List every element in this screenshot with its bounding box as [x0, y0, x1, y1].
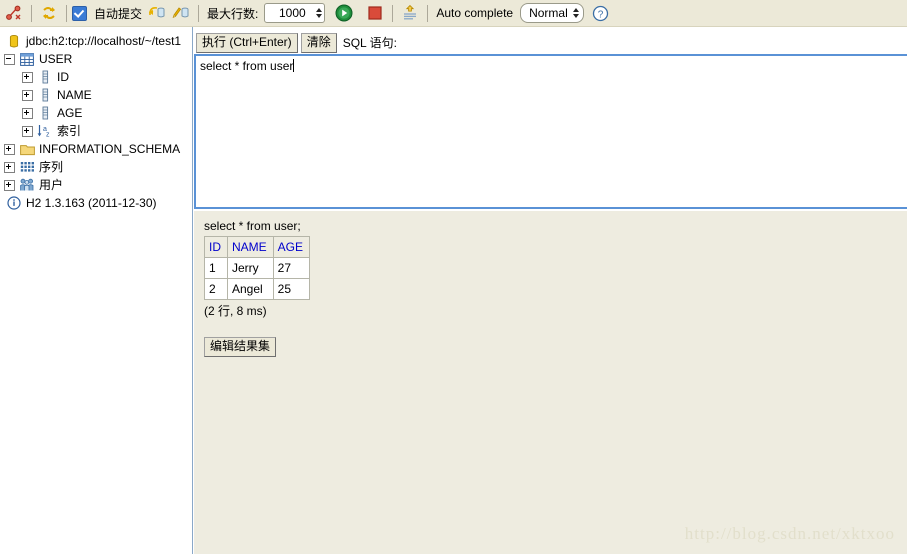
tree-item-id[interactable]: ID	[0, 68, 192, 86]
table-header-row: ID NAME AGE	[204, 236, 311, 258]
sequence-icon	[19, 159, 35, 175]
toolbar-separator-2	[66, 4, 67, 22]
database-icon	[6, 33, 22, 49]
svg-text:?: ?	[598, 9, 604, 20]
folder-icon	[19, 141, 35, 157]
table-cell[interactable]: 27	[272, 257, 311, 279]
tree-item-name[interactable]: NAME	[0, 86, 192, 104]
object-tree-panel[interactable]: jdbc:h2:tcp://localhost/~/test1 USER ID NA…	[0, 27, 193, 554]
table-cell[interactable]: Jerry	[227, 257, 274, 279]
expand-plus-icon[interactable]	[4, 161, 15, 173]
text-caret	[293, 59, 295, 72]
table-cell[interactable]: Angel	[227, 278, 274, 300]
auto-commit-checkbox[interactable]: 自动提交	[72, 1, 145, 25]
table-icon	[19, 51, 35, 67]
help-icon[interactable]: ?	[590, 2, 612, 24]
column-header[interactable]: ID	[204, 236, 228, 258]
column-icon	[37, 69, 53, 85]
tree-item-information_schema[interactable]: INFORMATION_SCHEMA	[0, 140, 192, 158]
h2-console-window: 自动提交 最大行数: 1000 Auto complete Normal ? j…	[0, 0, 907, 554]
tree-item-user[interactable]: USER	[0, 50, 192, 68]
info-icon	[6, 195, 22, 211]
tree-item-label: INFORMATION_SCHEMA	[39, 142, 181, 156]
tree-item-label: NAME	[57, 88, 92, 102]
auto-complete-value: Normal	[529, 6, 568, 20]
table-cell[interactable]: 25	[272, 278, 311, 300]
disconnect-icon[interactable]	[3, 2, 25, 24]
tree-item-list[interactable]: USER ID NAME AGE a z 索引 INFORMATION_SCHEMA 序列用户	[0, 50, 192, 194]
stepper-arrows-icon[interactable]	[316, 8, 323, 18]
table-row[interactable]: 1 Jerry 27	[204, 257, 311, 279]
h2-version-label: H2 1.3.163 (2011-12-30)	[26, 196, 157, 210]
toolbar-separator-5	[427, 4, 429, 22]
result-status: (2 行, 8 ms)	[204, 304, 267, 318]
auto-complete-label: Auto complete	[436, 6, 514, 20]
tree-item-label: 索引	[57, 124, 82, 138]
tree-item--[interactable]: 用户	[0, 176, 192, 194]
commit-icon[interactable]	[170, 2, 192, 24]
column-icon	[37, 105, 53, 121]
results-panel: select * from user; ID NAME AGE 1 Jerry 27 2 A…	[194, 211, 907, 554]
executed-query-echo: select * from user;	[204, 219, 301, 233]
expand-plus-icon[interactable]	[22, 125, 33, 137]
main-toolbar: 自动提交 最大行数: 1000 Auto complete Normal ?	[0, 0, 907, 27]
toolbar-separator-4	[392, 4, 394, 22]
tree-item-label: 用户	[39, 178, 64, 192]
toolbar-separator-3	[198, 4, 200, 22]
sql-statement-label: SQL 语句:	[342, 36, 397, 50]
expand-plus-icon[interactable]	[4, 179, 15, 191]
tree-item-connection[interactable]: jdbc:h2:tcp://localhost/~/test1	[0, 32, 192, 50]
column-icon	[37, 87, 53, 103]
users-icon	[19, 177, 35, 193]
auto-commit-label: 自动提交	[94, 6, 143, 21]
run-play-icon[interactable]	[333, 2, 355, 24]
expand-plus-icon[interactable]	[22, 107, 33, 119]
tree-item-label: 序列	[39, 160, 64, 174]
edit-result-set-wrap: 编辑结果集	[204, 337, 897, 357]
run-button[interactable]: 执行 (Ctrl+Enter)	[196, 32, 298, 53]
tree-item--[interactable]: a z 索引	[0, 122, 192, 140]
chevron-updown-icon[interactable]	[572, 8, 579, 18]
expand-plus-icon[interactable]	[22, 71, 33, 83]
auto-commit-checkbox-box[interactable]	[72, 5, 87, 21]
max-rows-label: 最大行数:	[207, 6, 259, 21]
tree-item-age[interactable]: AGE	[0, 104, 192, 122]
rollback-icon[interactable]	[146, 2, 168, 24]
tree-item-label: AGE	[57, 106, 83, 120]
tree-item-label: ID	[57, 70, 69, 84]
column-header[interactable]: NAME	[227, 236, 274, 258]
max-rows-stepper[interactable]: 1000	[264, 3, 326, 23]
editor-toolbar: 执行 (Ctrl+Enter) 清除 SQL 语句:	[194, 27, 907, 54]
tree-item-version: H2 1.3.163 (2011-12-30)	[0, 194, 192, 212]
tree-item-label: USER	[39, 52, 73, 66]
watermark-text: http://blog.csdn.net/xktxoo	[684, 524, 895, 543]
toolbar-separator-1	[31, 4, 32, 22]
table-cell[interactable]: 1	[204, 257, 228, 279]
table-cell[interactable]: 2	[204, 278, 228, 300]
stop-icon[interactable]	[364, 2, 386, 24]
tree-item--[interactable]: 序列	[0, 158, 192, 176]
index-sort-icon: az	[37, 123, 53, 139]
table-body[interactable]: 1 Jerry 27 2 Angel 25	[204, 257, 311, 300]
auto-complete-select[interactable]: Normal	[520, 3, 584, 23]
svg-text:z: z	[46, 132, 50, 139]
editor-area: 执行 (Ctrl+Enter) 清除 SQL 语句: select * from…	[194, 27, 907, 554]
result-set-table[interactable]: ID NAME AGE 1 Jerry 27 2 Angel 25	[204, 236, 311, 300]
collapse-minus-icon[interactable]	[4, 53, 15, 65]
connection-url: jdbc:h2:tcp://localhost/~/test1	[26, 34, 182, 48]
clear-button[interactable]: 清除	[300, 32, 337, 53]
sql-input-text: select * from user	[200, 59, 294, 73]
edit-result-set-button[interactable]: 编辑结果集	[204, 337, 277, 357]
sql-input[interactable]: select * from user	[194, 54, 907, 209]
autocomplete-refresh-icon[interactable]	[399, 2, 421, 24]
expand-plus-icon[interactable]	[4, 143, 15, 155]
table-row[interactable]: 2 Angel 25	[204, 278, 311, 300]
column-header[interactable]: AGE	[272, 236, 311, 258]
expand-plus-icon[interactable]	[22, 89, 33, 101]
refresh-icon[interactable]	[38, 2, 60, 24]
max-rows-value: 1000	[279, 6, 306, 20]
